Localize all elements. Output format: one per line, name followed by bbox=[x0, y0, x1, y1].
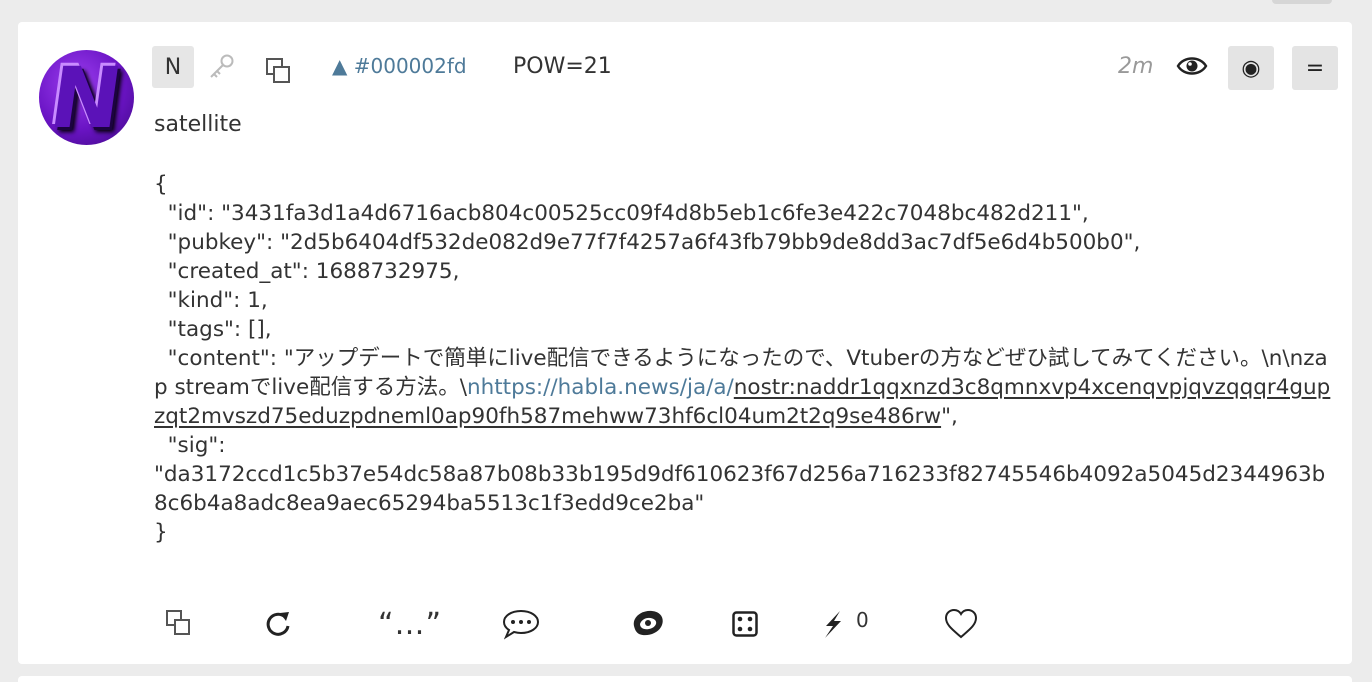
dice-button[interactable] bbox=[732, 604, 758, 644]
post-card: N N ▲ #000002fd POW=21 2m ◉ = satellite … bbox=[18, 22, 1352, 664]
pow-label: POW=21 bbox=[513, 54, 612, 79]
json-line-pubkey: "pubkey": "2d5b6404df532de082d9e77f7f425… bbox=[154, 230, 1141, 255]
post-header: N ▲ #000002fd POW=21 2m ◉ = bbox=[152, 44, 1338, 90]
json-line-sig-value: "da3172ccd1c5b37e54dc58a87b08b33b195d9df… bbox=[154, 462, 1326, 516]
top-scroll-hint bbox=[1272, 0, 1332, 4]
timestamp[interactable]: 2m bbox=[1118, 54, 1153, 79]
zap-count: 0 bbox=[856, 608, 869, 632]
post-id-link[interactable]: ▲ #000002fd bbox=[332, 54, 467, 78]
avatar[interactable]: N bbox=[39, 50, 134, 145]
reaction-button[interactable] bbox=[630, 604, 666, 644]
json-line-created-at: "created_at": 1688732975, bbox=[154, 259, 460, 284]
nip05-badge[interactable]: N bbox=[152, 46, 194, 88]
reply-button[interactable] bbox=[502, 604, 540, 644]
heart-icon bbox=[944, 608, 978, 639]
eye-icon[interactable] bbox=[1176, 53, 1208, 79]
next-post-card bbox=[18, 676, 1352, 682]
author-name[interactable]: satellite bbox=[154, 112, 242, 137]
reaction-icon bbox=[633, 610, 663, 636]
json-line-sig-key: "sig": bbox=[154, 433, 226, 458]
json-open-brace: { bbox=[154, 172, 168, 197]
avatar-letter: N bbox=[44, 50, 129, 145]
dice-icon bbox=[732, 611, 758, 637]
zap-button[interactable]: 0 bbox=[822, 604, 869, 644]
json-close-brace: } bbox=[154, 520, 168, 545]
repost-button[interactable] bbox=[264, 604, 292, 644]
json-line-id: "id": "3431fa3d1a4d6716acb804c00525cc09f… bbox=[154, 201, 1089, 226]
habla-link[interactable]: nhttps://habla.news/ja/a/ bbox=[467, 375, 734, 400]
json-line-tags: "tags": [], bbox=[154, 317, 272, 342]
quote-button[interactable]: “…” bbox=[378, 604, 442, 644]
json-line-kind: "kind": 1, bbox=[154, 288, 268, 313]
copy-id-icon[interactable] bbox=[266, 58, 294, 86]
key-icon[interactable] bbox=[206, 52, 236, 82]
copy-icon bbox=[166, 610, 194, 638]
like-button[interactable] bbox=[944, 604, 978, 644]
menu-button[interactable]: = bbox=[1292, 46, 1338, 90]
repost-icon bbox=[266, 612, 290, 636]
reply-icon bbox=[502, 609, 540, 640]
json-content-suffix: ", bbox=[941, 404, 958, 429]
zap-icon bbox=[825, 611, 841, 638]
raw-view-button[interactable]: ◉ bbox=[1228, 46, 1274, 90]
post-content: { "id": "3431fa3d1a4d6716acb804c00525cc0… bbox=[154, 170, 1334, 547]
action-bar: “…” 0 bbox=[164, 604, 1024, 644]
copy-button[interactable] bbox=[166, 604, 194, 644]
